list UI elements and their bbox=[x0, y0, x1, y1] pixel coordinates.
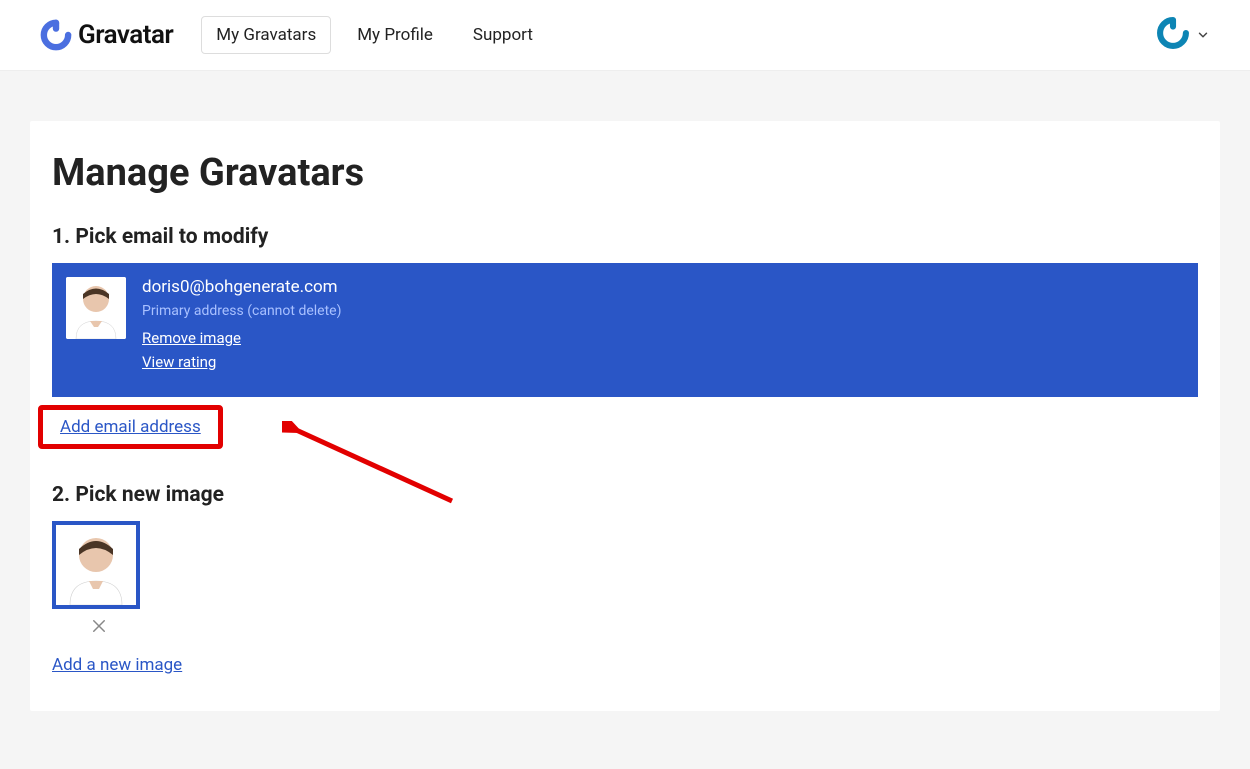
image-thumbnails bbox=[52, 521, 1198, 609]
remove-thumb-button[interactable] bbox=[90, 617, 108, 639]
nav-my-gravatars[interactable]: My Gravatars bbox=[201, 16, 331, 54]
brand-name: Gravatar bbox=[78, 20, 173, 50]
nav-my-profile[interactable]: My Profile bbox=[343, 17, 447, 53]
gravatar-logo-icon bbox=[40, 19, 72, 51]
main-nav: My Gravatars My Profile Support bbox=[201, 16, 547, 54]
email-info: doris0@bohgenerate.com Primary address (… bbox=[142, 277, 341, 377]
remove-image-link[interactable]: Remove image bbox=[142, 329, 241, 347]
close-icon bbox=[90, 617, 108, 635]
brand-logo[interactable]: Gravatar bbox=[40, 19, 173, 51]
view-rating-link[interactable]: View rating bbox=[142, 353, 216, 371]
step2-heading: 2. Pick new image bbox=[52, 483, 1198, 507]
page-container: Manage Gravatars 1. Pick email to modify… bbox=[0, 71, 1250, 761]
step1-heading: 1. Pick email to modify bbox=[52, 225, 1198, 249]
selected-email-box[interactable]: doris0@bohgenerate.com Primary address (… bbox=[52, 263, 1198, 397]
gravatar-logo-small-icon bbox=[1156, 16, 1190, 54]
email-avatar bbox=[66, 277, 126, 339]
page-title: Manage Gravatars bbox=[52, 151, 1198, 195]
nav-support[interactable]: Support bbox=[459, 17, 547, 53]
top-bar: Gravatar My Gravatars My Profile Support bbox=[0, 0, 1250, 71]
add-email-highlight: Add email address bbox=[52, 411, 209, 443]
email-address: doris0@bohgenerate.com bbox=[142, 277, 341, 297]
thumb-remove-row bbox=[52, 617, 140, 639]
account-menu[interactable] bbox=[1156, 16, 1210, 54]
add-new-image-link[interactable]: Add a new image bbox=[52, 655, 182, 675]
add-email-address-link[interactable]: Add email address bbox=[52, 411, 209, 443]
manage-card: Manage Gravatars 1. Pick email to modify… bbox=[30, 121, 1220, 711]
chevron-down-icon bbox=[1196, 28, 1210, 42]
primary-note: Primary address (cannot delete) bbox=[142, 303, 341, 319]
image-thumb[interactable] bbox=[52, 521, 140, 609]
